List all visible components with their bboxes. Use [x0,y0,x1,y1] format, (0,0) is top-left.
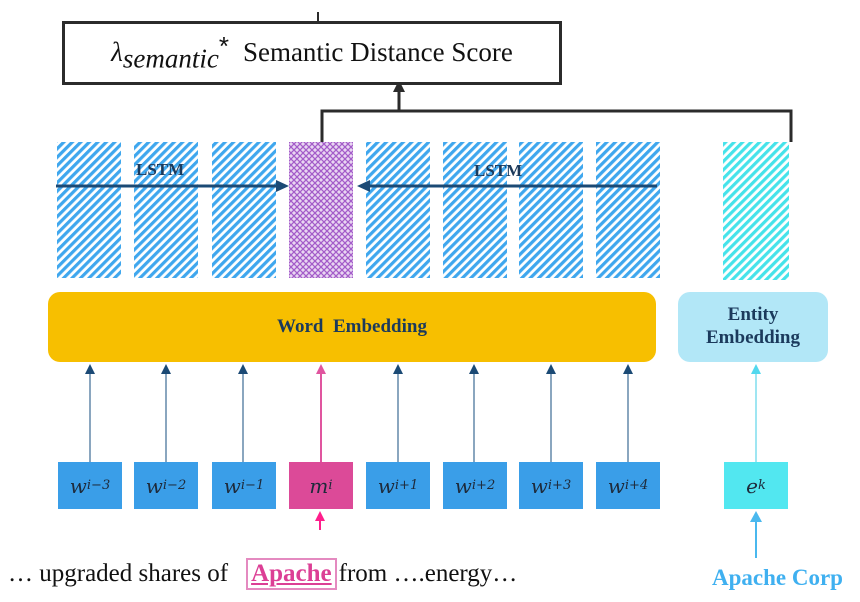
token-base: w [607,473,625,498]
token-to-embedding-arrowhead [546,364,556,374]
word-embedding-layer: Word Embedding [48,292,656,362]
lstm-cell [596,142,660,278]
entity-embedding-label: Entity Embedding [706,304,800,350]
token-to-embedding-arrowhead [161,364,171,374]
token-to-embedding-arrowhead [238,364,248,374]
mention-token: mi [289,462,353,509]
word-token: w i+4 [596,462,660,509]
word-token: w i+1 [366,462,430,509]
token-base: w [223,473,241,498]
entity-token-sub: k [757,478,766,493]
token-base: w [530,473,548,498]
word-token: w i+3 [519,462,583,509]
token-subscript: i+4 [624,478,649,493]
entity-name: Apache Corp [712,565,843,590]
multiply-operator: * [218,31,229,62]
token-base: m [309,473,329,498]
mention-highlight-box: Apache [246,558,337,590]
input-sentence: … upgraded shares of Apache from ….energy… [8,558,517,590]
lstm-cell [212,142,276,278]
token-subscript: i+2 [471,478,496,493]
token-base: w [69,473,87,498]
word-embedding-label: Word Embedding [277,315,427,337]
score-formula: λsemantic* Semantic Distance Score [111,31,513,74]
token-subscript: i [328,478,333,493]
token-arrow-group [85,364,761,462]
mention-up-arrowhead [315,511,325,521]
token-subscript: i−1 [240,478,265,493]
entity-up-arrowhead [750,511,762,522]
lstm-forward-arrowhead [276,180,289,192]
entity-cell [723,142,789,280]
lstm-cell [366,142,430,278]
score-label: Semantic Distance Score [242,37,513,68]
entity-embedding-layer: Entity Embedding [678,292,828,362]
merge-connector [320,109,793,142]
lambda-subscript: semantic [122,43,219,74]
lstm-backward-arrowhead [357,180,370,192]
semantic-score-box: λsemantic* Semantic Distance Score [62,21,562,85]
entity-token-to-embedding-arrowhead [751,364,761,374]
word-token: w i+2 [443,462,507,509]
entity-token: ek [724,462,788,509]
word-token: w i−3 [58,462,122,509]
token-to-embedding-arrowhead [316,364,326,374]
sentence-suffix: from ….energy… [338,560,518,587]
lambda-symbol: λ [111,37,123,68]
entity-embedding-label-line1: Entity [727,304,779,326]
token-base: w [377,473,395,498]
token-base: w [454,473,472,498]
token-base: w [145,473,163,498]
mention-text: Apache [251,560,332,587]
lstm-cell [519,142,583,278]
token-subscript: i−2 [162,478,187,493]
lstm-cell [57,142,121,278]
lstm-forward-label: LSTM [136,160,185,179]
token-to-embedding-arrowhead [469,364,479,374]
token-subscript: i+3 [547,478,572,493]
entity-token-base: e [746,473,758,498]
token-to-embedding-arrowhead [623,364,633,374]
lstm-cell-mention [289,142,353,278]
token-subscript: i−3 [86,478,111,493]
word-token: w i−1 [212,462,276,509]
sentence-prefix: … upgraded shares of [8,560,229,587]
token-to-embedding-arrowhead [85,364,95,374]
lstm-backward-label: LSTM [474,161,523,180]
entity-embedding-label-line2: Embedding [706,327,800,348]
token-subscript: i+1 [394,478,419,493]
token-to-embedding-arrowhead [393,364,403,374]
word-token: w i−2 [134,462,198,509]
